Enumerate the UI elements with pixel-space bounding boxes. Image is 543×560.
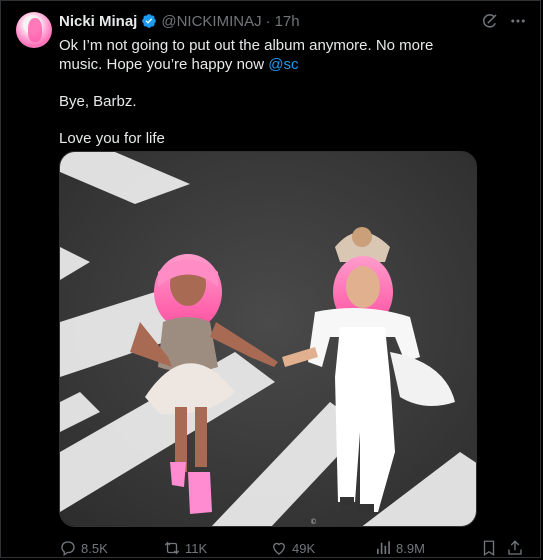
reply-button[interactable]: 8.5K: [59, 539, 108, 557]
reply-icon: [61, 541, 75, 557]
repost-button[interactable]: 11K: [163, 539, 207, 557]
repost-count: 11K: [185, 540, 208, 556]
share-button[interactable]: [506, 539, 524, 557]
post-photo[interactable]: ©: [59, 151, 477, 527]
bookmark-icon: [483, 540, 495, 557]
views-icon: [377, 541, 390, 554]
author-name[interactable]: Nicki Minaj: [59, 13, 137, 30]
post-line-1: Ok I’m not going to put out the album an…: [59, 36, 479, 74]
post-line-2: Bye, Barbz.: [59, 93, 137, 110]
post-text: Ok I’m not going to put out the album an…: [59, 36, 479, 166]
bookmark-button[interactable]: [480, 539, 498, 557]
views-count: 8.9M: [396, 540, 425, 556]
author-handle[interactable]: @NICKIMINAJ: [161, 13, 261, 30]
verified-badge-icon: [141, 13, 157, 29]
like-button[interactable]: 49K: [270, 539, 315, 557]
mention-link[interactable]: @sc: [268, 56, 298, 73]
post-line-1-text: Ok I’m not going to put out the album an…: [59, 37, 434, 73]
avatar-figure: [28, 18, 42, 42]
post-time[interactable]: 17h: [275, 13, 300, 30]
views-button[interactable]: 8.9M: [374, 539, 425, 557]
repost-icon: [164, 541, 180, 555]
post-top-actions: [481, 12, 527, 30]
post-header: Nicki Minaj @NICKIMINAJ · 17h: [59, 11, 300, 31]
svg-text:©: ©: [310, 518, 317, 526]
photo-crosswalk-scene: ©: [60, 152, 476, 526]
reply-count: 8.5K: [81, 540, 108, 556]
post-action-bar: 8.5K 11K 49K 8.9M: [59, 539, 529, 559]
more-icon[interactable]: [509, 12, 527, 30]
separator-dot: ·: [265, 12, 271, 30]
post-line-3: Love you for life: [59, 130, 165, 147]
like-icon: [273, 542, 285, 555]
grok-icon[interactable]: [481, 12, 499, 30]
share-icon: [508, 540, 522, 555]
avatar[interactable]: [16, 12, 52, 48]
like-count: 49K: [292, 540, 316, 556]
